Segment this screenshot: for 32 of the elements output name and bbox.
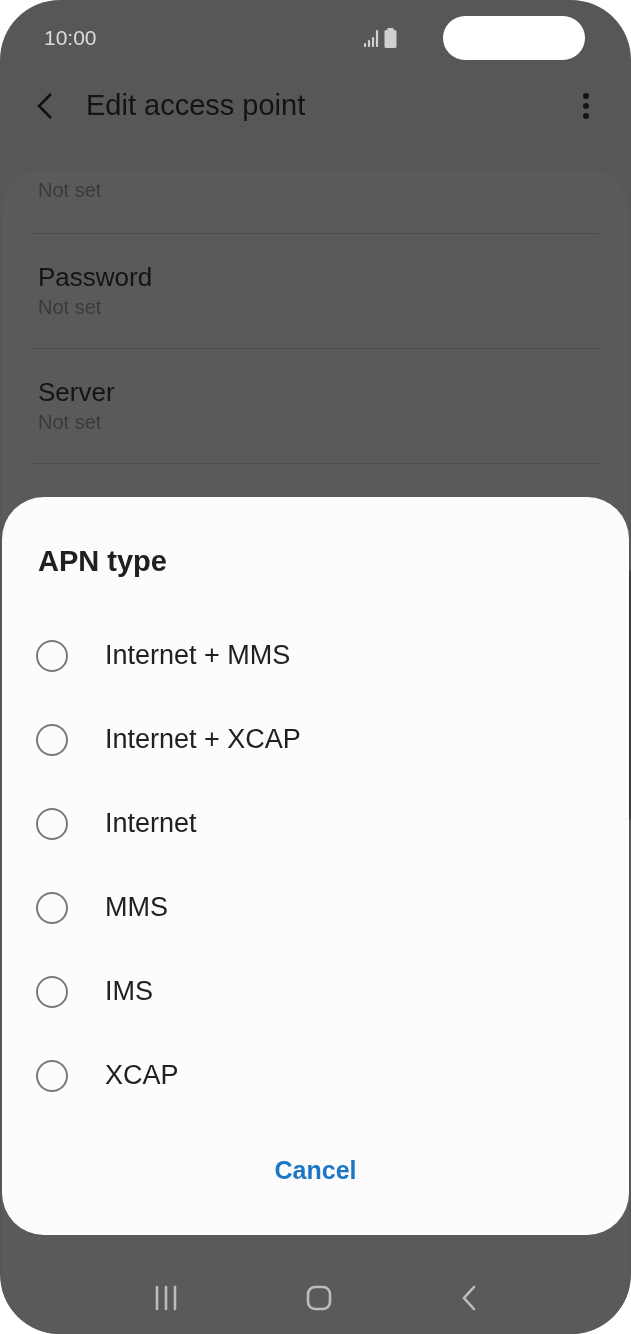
- radio-button[interactable]: [36, 975, 68, 1008]
- battery-icon: [384, 28, 397, 48]
- radio-option[interactable]: IMS: [2, 949, 629, 1034]
- home-icon[interactable]: [306, 1285, 333, 1311]
- radio-button[interactable]: [36, 1059, 68, 1092]
- radio-button[interactable]: [36, 891, 68, 924]
- more-options-button[interactable]: [581, 91, 591, 121]
- option-label: IMS: [105, 975, 153, 1009]
- setting-label: Server: [38, 376, 116, 408]
- screen-title: Edit access point: [86, 88, 306, 124]
- dialog-title: APN type: [38, 544, 167, 579]
- back-icon: [36, 92, 54, 120]
- radio-button[interactable]: [36, 639, 68, 672]
- radio-button[interactable]: [36, 723, 68, 756]
- radio-option[interactable]: Internet + MMS: [2, 613, 629, 698]
- option-label: XCAP: [105, 1059, 179, 1093]
- back-icon[interactable]: [460, 1285, 477, 1311]
- radio-option[interactable]: Internet: [2, 781, 629, 866]
- option-label: MMS: [105, 891, 168, 925]
- status-time: 10:00: [44, 25, 97, 52]
- radio-button[interactable]: [36, 807, 68, 840]
- option-label: Internet + XCAP: [105, 723, 301, 757]
- signal-icon: [364, 29, 381, 47]
- radio-option[interactable]: MMS: [2, 865, 629, 950]
- cancel-button[interactable]: Cancel: [264, 1147, 367, 1193]
- setting-label: Password: [38, 261, 154, 293]
- radio-option[interactable]: XCAP: [2, 1033, 629, 1118]
- option-label: Internet: [105, 807, 197, 841]
- option-label: Internet + MMS: [105, 639, 291, 673]
- radio-option[interactable]: Internet + XCAP: [2, 697, 629, 782]
- recent-apps-icon[interactable]: [154, 1285, 179, 1311]
- more-options-icon: [582, 93, 590, 119]
